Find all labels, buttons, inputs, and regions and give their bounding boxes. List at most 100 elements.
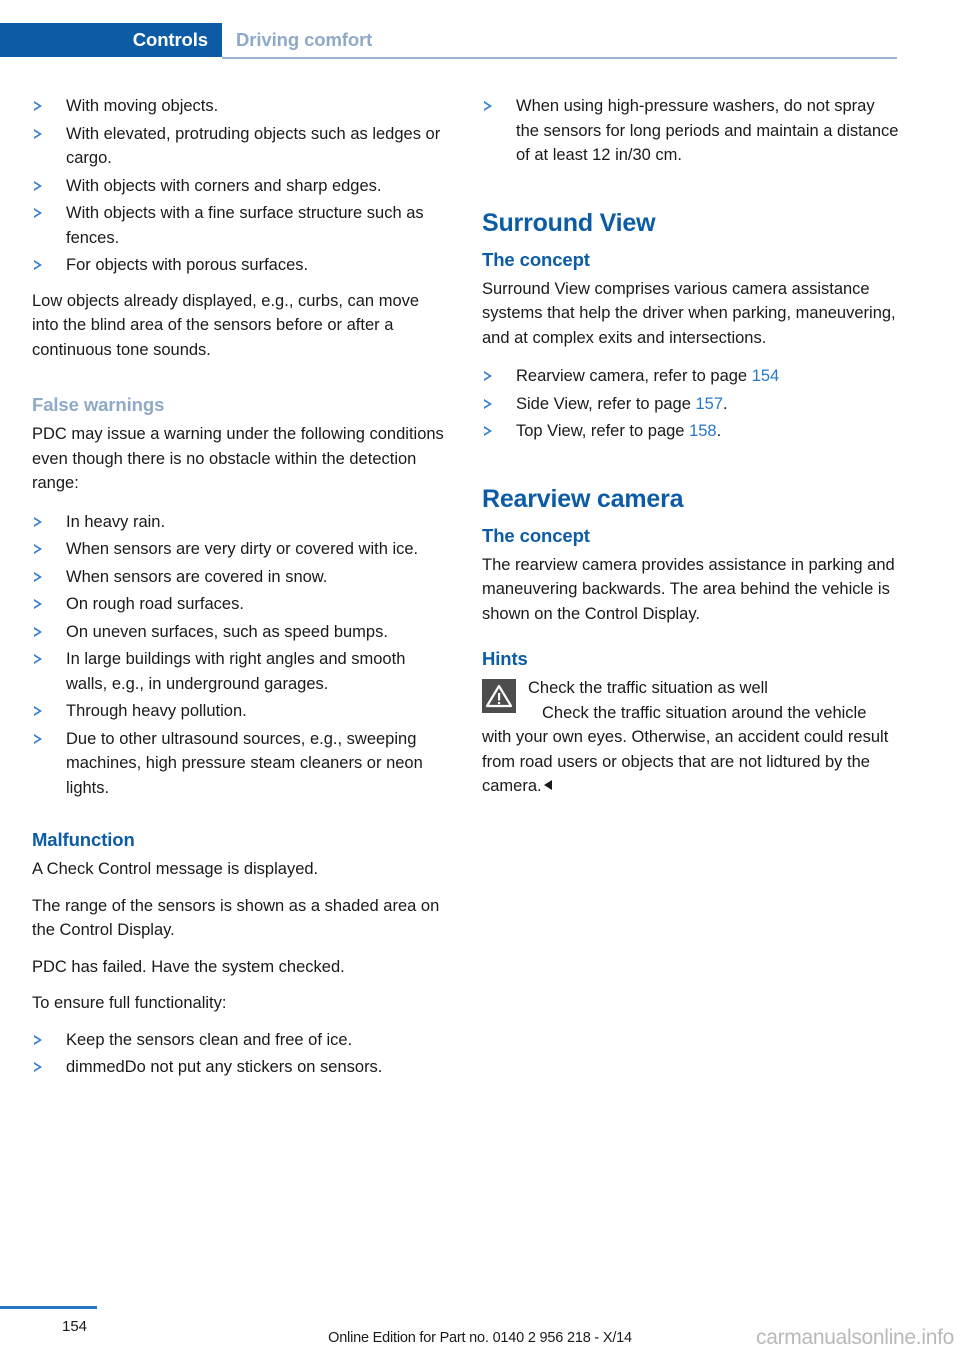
list-item: With objects with a fine surface structu… [32, 201, 450, 250]
page-header: Controls Driving comfort [0, 23, 960, 57]
list-item-text: dimmedDo not put any stickers on sensors… [66, 1058, 383, 1076]
triangle-bullet-icon [34, 733, 42, 744]
heading-rearview-concept: The concept [482, 524, 590, 546]
triangle-bullet-icon [484, 371, 492, 381]
list-item: When using high-pressure washers, do not… [482, 94, 900, 168]
triangle-bullet-icon [34, 1034, 42, 1045]
triangle-bullet-icon [34, 260, 42, 270]
heading-rearview-camera: Rearview camera [482, 484, 684, 513]
heading-hints: Hints [482, 648, 528, 669]
footer-rule [0, 1306, 97, 1309]
list-item: With elevated, protruding objects such a… [32, 122, 450, 171]
paragraph-low-objects: Low objects already displayed, e.g., cur… [32, 291, 420, 359]
page-reference-link[interactable]: 154 [752, 367, 780, 385]
triangle-bullet-icon [484, 398, 492, 409]
list-item-suffix: . [716, 422, 722, 440]
list-item: With objects with corners and sharp edge… [32, 174, 450, 199]
heading-malfunction: Malfunction [32, 829, 135, 850]
list-item: In heavy rain. [32, 510, 450, 535]
triangle-bullet-icon [34, 654, 42, 664]
triangle-bullet-icon [34, 208, 42, 218]
list-item: For objects with porous surfaces. [32, 253, 450, 278]
list-item: With moving objects. [32, 94, 450, 119]
warning-body-text: Check the traffic situation around the v… [482, 701, 900, 799]
list-item[interactable]: Rearview camera, refer to page 154 [482, 364, 900, 389]
paragraph-false-warnings: PDC may issue a warning under the follow… [32, 425, 444, 492]
list-item: Through heavy pollution. [32, 699, 450, 724]
list-item-text: When sensors are covered in snow. [66, 567, 328, 586]
bullet-list-false-warnings: In heavy rain. When sensors are very dir… [32, 510, 450, 801]
bullet-list-washers: When using high-pressure washers, do not… [482, 94, 900, 168]
tab-controls-label: Controls [132, 29, 208, 50]
triangle-bullet-icon [34, 571, 42, 582]
watermark: carmanualsonline.info [756, 1326, 954, 1349]
triangle-bullet-icon [34, 128, 42, 139]
list-item: Keep the sensors clean and free of ice. [32, 1028, 450, 1053]
triangle-bullet-icon [34, 180, 42, 191]
triangle-bullet-icon [34, 101, 42, 111]
list-item-text: With objects with a fine surface structu… [66, 204, 424, 247]
tab-driving-comfort[interactable]: Driving comfort [236, 23, 372, 57]
list-item-text: In large buildings with right angles and… [66, 650, 406, 693]
list-item: In large buildings with right angles and… [32, 647, 450, 696]
heading-surround-view: Surround View [482, 208, 656, 237]
triangle-bullet-icon [34, 706, 42, 716]
list-item-text: On rough road surfaces. [66, 595, 244, 613]
list-item-text: Top View, refer to page [516, 422, 690, 440]
list-item-text: On uneven surfaces, such as speed bumps. [66, 622, 388, 641]
list-item-text: When sensors are very dirty or covered w… [66, 540, 419, 558]
paragraph-rearview-concept: The rearview camera provides assistance … [482, 555, 895, 623]
list-item: On uneven surfaces, such as speed bumps. [32, 620, 450, 645]
list-item-text: Rearview camera, refer to page [516, 367, 752, 385]
warning-triangle-icon [482, 679, 516, 713]
list-item-text: Due to other ultrasound sources, e.g., s… [66, 729, 423, 797]
page-reference-link[interactable]: 158 [689, 422, 717, 440]
list-item-text: In heavy rain. [66, 512, 166, 531]
list-item: On rough road surfaces. [32, 592, 450, 617]
list-item-text: With elevated, protruding objects such a… [66, 124, 441, 168]
header-divider [222, 57, 897, 59]
bullet-list-surround-view-links: Rearview camera, refer to page 154 Side … [482, 364, 900, 444]
triangle-bullet-icon [484, 426, 492, 436]
list-item-text: When using high-pressure washers, do not… [516, 97, 899, 164]
paragraph-pdc-failed: PDC has failed. Have the system checked. [32, 957, 345, 976]
heading-false-warnings: False warnings [32, 394, 165, 415]
triangle-bullet-icon [34, 544, 42, 554]
paragraph-ensure-functionality: To ensure full functionality: [32, 994, 227, 1012]
list-item: When sensors are covered in snow. [32, 565, 450, 590]
list-item-text: Side View, refer to page [516, 394, 696, 413]
list-item[interactable]: Top View, refer to page 158. [482, 419, 900, 444]
triangle-bullet-icon [34, 1062, 42, 1072]
list-item[interactable]: Side View, refer to page 157. [482, 392, 900, 417]
right-column: When using high-pressure washers, do not… [482, 94, 900, 799]
paragraph-surround-view-concept: Surround View comprises various camera a… [482, 279, 896, 347]
paragraph-check-control: A Check Control message is displayed. [32, 860, 319, 878]
tab-controls[interactable]: Controls [0, 23, 222, 57]
bullet-list-malfunction: Keep the sensors clean and free of ice. … [32, 1028, 450, 1080]
warning-lead-text: Check the traffic situation as well [528, 679, 768, 697]
page-reference-link[interactable]: 157 [695, 395, 723, 413]
list-item: When sensors are very dirty or covered w… [32, 537, 450, 562]
bullet-list-detection-limits: With moving objects. With elevated, prot… [32, 94, 450, 278]
triangle-bullet-icon [34, 626, 42, 637]
paragraph-sensor-range: The range of the sensors is shown as a s… [32, 896, 440, 940]
tab-driving-comfort-label: Driving comfort [236, 29, 373, 50]
triangle-bullet-icon [484, 101, 492, 111]
list-item-text: For objects with porous surfaces. [66, 256, 309, 274]
list-item-text: With moving objects. [66, 97, 219, 115]
triangle-bullet-icon [34, 599, 42, 609]
list-item-text: Through heavy pollution. [66, 702, 247, 720]
triangle-bullet-icon [34, 516, 42, 527]
heading-surround-view-concept: The concept [482, 248, 590, 270]
list-item-suffix: . [723, 394, 728, 413]
list-item-text: Keep the sensors clean and free of ice. [66, 1030, 353, 1049]
end-of-notice-marker [543, 780, 552, 790]
left-column: With moving objects. With elevated, prot… [32, 94, 450, 1091]
list-item-text: With objects with corners and sharp edge… [66, 176, 382, 195]
list-item: Due to other ultrasound sources, e.g., s… [32, 727, 450, 801]
